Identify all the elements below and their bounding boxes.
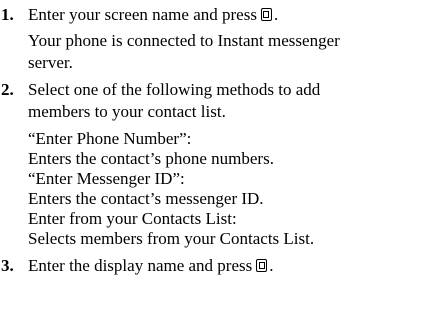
option-phone-number-description: Enters the contact’s phone numbers. xyxy=(28,149,274,168)
step-1-instruction: Enter your screen name and press. xyxy=(28,5,278,25)
step-1-instruction-text: Enter your screen name and press xyxy=(28,5,257,24)
instruction-document: 1. Enter your screen name and press. You… xyxy=(0,0,431,313)
ok-key-icon xyxy=(256,259,268,272)
step-1-instruction-end: . xyxy=(273,5,279,24)
step-3-instruction: Enter the display name and press. xyxy=(28,256,274,276)
option-contacts-list-title: Enter from your Contacts List: xyxy=(28,209,237,228)
step-1-result-line-2: server. xyxy=(28,53,73,72)
option-phone-number-title: “Enter Phone Number”: xyxy=(28,129,192,148)
ok-key-icon xyxy=(260,8,272,21)
step-3-instruction-text: Enter the display name and press xyxy=(28,256,253,275)
step-2-number: 2. xyxy=(1,80,14,99)
option-contacts-list-description: Selects members from your Contacts List. xyxy=(28,229,315,248)
step-2-instruction-line-2: members to your contact list. xyxy=(28,102,226,121)
option-messenger-id-title: “Enter Messenger ID”: xyxy=(28,169,185,188)
step-3-instruction-end: . xyxy=(269,256,274,275)
step-1-number: 1. xyxy=(1,5,14,24)
step-2-instruction-line-1: Select one of the following methods to a… xyxy=(28,80,321,99)
step-1-result-line-1: Your phone is connected to Instant messe… xyxy=(28,31,340,50)
step-3-number: 3. xyxy=(1,256,14,275)
option-messenger-id-description: Enters the contact’s messenger ID. xyxy=(28,189,264,208)
